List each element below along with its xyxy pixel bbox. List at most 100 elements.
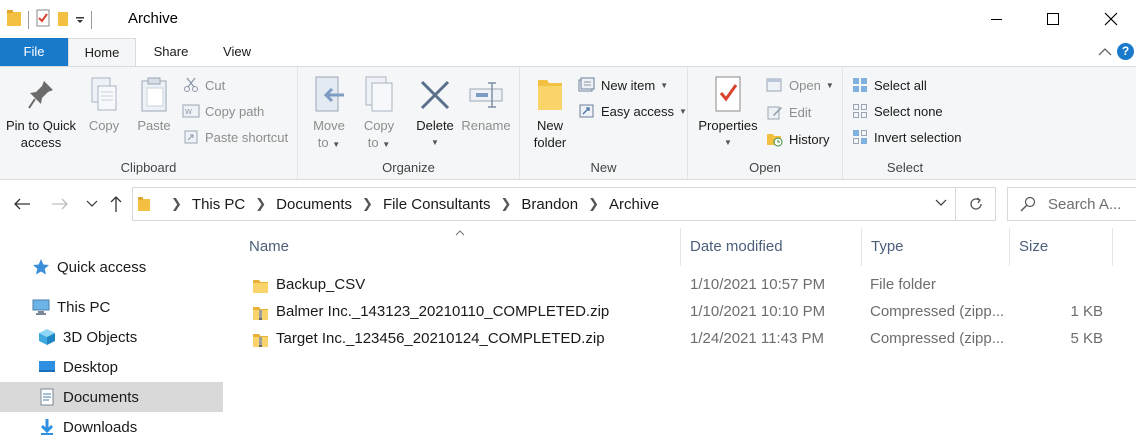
clipboard-icon [132, 73, 176, 117]
tab-share[interactable]: Share [142, 38, 200, 66]
file-type: Compressed (zipp... [870, 330, 1005, 347]
sidebar-item-3d-objects[interactable]: 3D Objects [0, 322, 223, 352]
file-date: 1/10/2021 10:57 PM [690, 276, 826, 293]
select-none-icon [851, 102, 869, 120]
help-icon[interactable]: ? [1117, 43, 1134, 60]
address-bar[interactable]: ❯ This PC ❯ Documents ❯ File Consultants… [132, 187, 956, 221]
open-group-label: Open [749, 160, 781, 175]
window-title: Archive [128, 10, 179, 27]
copy-button[interactable]: Copy [84, 73, 124, 134]
delete-dropdown-icon[interactable]: ▼ [412, 134, 458, 151]
sidebar-item-label: Documents [63, 388, 139, 406]
select-none-button[interactable]: Select none [851, 100, 943, 122]
properties-button[interactable]: Properties ▼ [696, 73, 760, 151]
properties-quick-icon[interactable] [35, 9, 51, 30]
file-type: File folder [870, 276, 936, 293]
file-row[interactable]: Target Inc._123456_20210124_COMPLETED.zi… [223, 325, 1136, 352]
easy-access-button[interactable]: Easy access ▼ [578, 100, 687, 122]
file-row[interactable]: Backup_CSV 1/10/2021 10:57 PM File folde… [223, 271, 1136, 298]
invert-selection-button[interactable]: Invert selection [851, 126, 961, 148]
new-folder-label-line1: New [536, 118, 563, 133]
sidebar-item-quick-access[interactable]: Quick access [0, 252, 223, 282]
rename-button[interactable]: Rename [458, 73, 514, 134]
new-folder-button[interactable]: New folder [528, 73, 572, 151]
file-type: Compressed (zipp... [870, 303, 1005, 320]
download-arrow-icon [37, 417, 57, 437]
select-all-label: Select all [874, 77, 927, 93]
column-header-size[interactable]: Size [1010, 228, 1113, 266]
properties-dropdown-icon[interactable]: ▼ [696, 134, 760, 151]
organize-group-label: Organize [382, 160, 435, 175]
move-to-button[interactable]: Move to ▼ [306, 73, 352, 153]
breadcrumb-documents[interactable]: Documents [276, 196, 352, 213]
sidebar-item-downloads[interactable]: Downloads [0, 412, 223, 442]
paste-shortcut-button[interactable]: Paste shortcut [182, 126, 288, 148]
file-row[interactable]: Balmer Inc._143123_20210110_COMPLETED.zi… [223, 298, 1136, 325]
up-arrow-icon[interactable] [104, 192, 128, 216]
delete-button[interactable]: Delete ▼ [412, 73, 458, 151]
column-header-type[interactable]: Type [862, 228, 1010, 266]
breadcrumb-chevron-icon[interactable]: ❯ [501, 196, 512, 212]
select-group: Select all Select none Invert selection … [843, 67, 967, 179]
ribbon: Pin to Quick access Copy Paste Cut W Cop… [0, 66, 1136, 180]
new-folder-quick-icon[interactable] [57, 9, 69, 30]
copy-path-button[interactable]: W Copy path [182, 100, 264, 122]
chevron-up-icon[interactable] [1098, 46, 1112, 60]
sidebar-item-documents[interactable]: Documents [0, 382, 223, 412]
minimize-button[interactable] [968, 0, 1026, 38]
pin-to-quick-access-button[interactable]: Pin to Quick access [2, 73, 80, 151]
cube-icon [37, 327, 57, 347]
edit-button[interactable]: Edit [766, 101, 811, 123]
tab-home[interactable]: Home [68, 38, 136, 66]
new-item-label: New item [601, 77, 656, 93]
rename-icon [458, 73, 514, 117]
address-dropdown-icon[interactable] [935, 199, 947, 207]
column-header-date-modified[interactable]: Date modified [681, 228, 862, 266]
customize-toolbar-icon[interactable] [75, 9, 85, 30]
breadcrumb-this-pc[interactable]: This PC [192, 196, 245, 213]
file-size: 1 KB [1070, 303, 1103, 320]
search-icon [1020, 196, 1036, 212]
breadcrumb-file-consultants[interactable]: File Consultants [383, 196, 491, 213]
toolbar-separator [91, 10, 92, 29]
copy-to-button[interactable]: Copy to ▼ [356, 73, 402, 153]
column-header-name[interactable]: Name [240, 228, 681, 266]
back-arrow-icon[interactable] [10, 192, 34, 216]
sidebar-item-this-pc[interactable]: This PC [0, 292, 223, 322]
organize-group: Move to ▼ Copy to ▼ Delete ▼ Rename Orga… [298, 67, 520, 179]
move-to-label-line2: to ▼ [317, 135, 341, 150]
tab-view[interactable]: View [210, 38, 264, 66]
file-name: Balmer Inc._143123_20210110_COMPLETED.zi… [276, 303, 610, 320]
close-button[interactable] [1082, 0, 1136, 38]
breadcrumb-chevron-icon[interactable]: ❯ [171, 196, 182, 212]
recent-locations-chevron-icon[interactable] [80, 192, 104, 216]
history-button[interactable]: History [766, 128, 829, 150]
breadcrumb-chevron-icon[interactable]: ❯ [588, 196, 599, 212]
cut-label: Cut [205, 77, 226, 93]
address-folder-icon [137, 195, 151, 213]
breadcrumb-chevron-icon[interactable]: ❯ [362, 196, 373, 212]
easy-access-dropdown-icon: ▼ [678, 106, 687, 116]
open-button[interactable]: Open ▼ [766, 74, 834, 96]
select-all-button[interactable]: Select all [851, 74, 927, 96]
sidebar-item-label: 3D Objects [63, 328, 138, 346]
tab-file[interactable]: File [0, 38, 68, 66]
file-name: Target Inc._123456_20210124_COMPLETED.zi… [276, 330, 605, 347]
file-size [1019, 271, 1103, 298]
refresh-icon [968, 196, 984, 212]
copy-to-icon [356, 73, 402, 117]
sidebar-item-label: Desktop [63, 358, 119, 376]
copy-path-label: Copy path [205, 103, 265, 119]
cut-button[interactable]: Cut [182, 74, 225, 96]
breadcrumb-archive[interactable]: Archive [609, 196, 659, 213]
paste-button[interactable]: Paste [132, 73, 176, 134]
new-item-button[interactable]: New item ▼ [578, 74, 668, 96]
maximize-button[interactable] [1024, 0, 1082, 38]
folder-icon [252, 276, 269, 294]
sidebar-item-desktop[interactable]: Desktop [0, 352, 223, 382]
forward-arrow-icon[interactable] [48, 192, 72, 216]
breadcrumb-chevron-icon[interactable]: ❯ [255, 196, 266, 212]
breadcrumb-brandon[interactable]: Brandon [521, 196, 578, 213]
search-box[interactable]: Search A... [1007, 187, 1136, 221]
refresh-button[interactable] [956, 187, 996, 221]
